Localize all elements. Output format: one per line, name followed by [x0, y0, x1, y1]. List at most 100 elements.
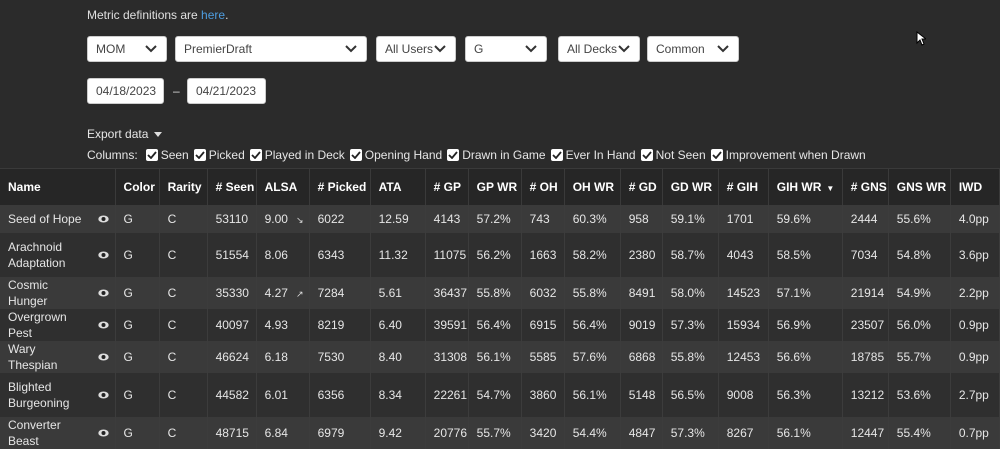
cell-value: 36437 — [433, 286, 468, 300]
eye-icon[interactable] — [97, 353, 109, 361]
card-name[interactable]: Seed of Hope — [8, 211, 81, 227]
format-select-value: PremierDraft — [184, 42, 253, 56]
column-header[interactable]: Name — [0, 168, 116, 205]
rarity-select[interactable]: Common — [647, 36, 739, 62]
cell-value: 55.4% — [896, 426, 931, 440]
column-header[interactable]: IWD — [950, 168, 1000, 205]
eye-icon[interactable] — [97, 391, 109, 399]
eye-icon[interactable] — [97, 215, 109, 223]
column-header[interactable]: # GNS — [842, 168, 889, 205]
column-header[interactable]: GNS WR — [888, 168, 951, 205]
checkbox-checked-icon[interactable] — [550, 149, 563, 161]
format-select[interactable]: PremierDraft — [175, 36, 367, 62]
cell-value: G — [123, 426, 133, 440]
table-cell: 3420 — [521, 417, 565, 449]
table-cell: 58.7% — [662, 233, 719, 277]
table-cell: 55.8% — [468, 277, 522, 309]
chevron-down-icon — [618, 45, 630, 53]
column-header[interactable]: # GP — [425, 168, 469, 205]
table-cell: 39591 — [425, 309, 469, 341]
table-row[interactable]: Wary Thespian G C 46624 6.18 7530 8.40 31308 56.… — [0, 341, 1000, 373]
end-date-input[interactable]: 04/21/2023 — [187, 78, 266, 104]
table-cell: 8.06 — [256, 233, 310, 277]
table-row[interactable]: Overgrown Pest G C 40097 4.93 8219 6.40 39591 56… — [0, 309, 1000, 341]
column-header[interactable]: # Seen — [207, 168, 257, 205]
column-header[interactable]: ALSA — [256, 168, 310, 205]
checkbox-checked-icon[interactable] — [249, 149, 262, 161]
cell-value: 57.3% — [670, 318, 705, 332]
cell-value: 2.2pp — [958, 286, 989, 300]
cell-value: C — [167, 426, 177, 440]
column-toggle[interactable]: Seen — [145, 148, 189, 162]
column-header[interactable]: ATA — [370, 168, 426, 205]
column-toggle[interactable]: Drawn in Game — [447, 148, 546, 162]
checkbox-checked-icon[interactable] — [349, 149, 362, 161]
checkbox-checked-icon[interactable] — [145, 149, 158, 161]
card-name[interactable]: Arachnoid Adaptation — [8, 239, 88, 271]
metric-definitions-link[interactable]: here — [201, 8, 225, 22]
decks-select[interactable]: All Decks — [558, 36, 640, 62]
column-toggle-label: Ever In Hand — [565, 148, 636, 162]
table-cell: 36437 — [425, 277, 469, 309]
column-toggle[interactable]: Improvement when Drawn — [710, 148, 866, 162]
column-header[interactable]: # GIH — [718, 168, 769, 205]
checkbox-checked-icon[interactable] — [447, 149, 460, 161]
column-toggle[interactable]: Picked — [193, 148, 245, 162]
chevron-down-icon — [434, 45, 446, 53]
column-header[interactable]: GD WR — [662, 168, 719, 205]
eye-icon[interactable] — [97, 251, 109, 259]
column-header[interactable]: GP WR — [468, 168, 522, 205]
cell-value: 58.0% — [670, 286, 705, 300]
column-header-label: OH WR — [572, 180, 615, 194]
column-header[interactable]: OH WR — [564, 168, 621, 205]
column-header-label: # OH — [529, 180, 558, 194]
cell-value: 7034 — [850, 248, 878, 262]
column-toggle[interactable]: Not Seen — [640, 148, 706, 162]
card-name[interactable]: Overgrown Pest — [8, 309, 88, 341]
color-select[interactable]: G — [465, 36, 547, 62]
cell-value: 3.6pp — [958, 248, 989, 262]
card-name[interactable]: Blighted Burgeoning — [8, 379, 88, 411]
column-header[interactable]: # OH — [521, 168, 565, 205]
checkbox-checked-icon[interactable] — [640, 149, 653, 161]
table-cell: 743 — [521, 205, 565, 233]
column-toggle[interactable]: Played in Deck — [249, 148, 345, 162]
cell-value: 9008 — [726, 388, 754, 402]
table-row[interactable]: Seed of Hope G C 53110 9.00 ↘ 6022 12.59 4143 57.… — [0, 205, 1000, 233]
table-cell: 8.34 — [370, 373, 426, 417]
table-cell: 7034 — [842, 233, 889, 277]
checkbox-checked-icon[interactable] — [193, 149, 206, 161]
table-cell: 5.61 — [370, 277, 426, 309]
card-name[interactable]: Converter Beast — [8, 417, 88, 449]
card-name[interactable]: Wary Thespian — [8, 341, 88, 373]
checkbox-checked-icon[interactable] — [710, 149, 723, 161]
table-cell: 6.18 — [256, 341, 310, 373]
eye-icon[interactable] — [97, 289, 109, 297]
cell-value: 743 — [529, 212, 550, 226]
export-data-button[interactable]: Export data — [87, 127, 163, 141]
column-header[interactable]: GIH WR ▼ — [768, 168, 843, 205]
start-date-input[interactable]: 04/18/2023 — [87, 78, 164, 104]
cell-value: C — [167, 248, 177, 262]
column-toggle-label: Seen — [160, 148, 189, 162]
card-name-cell: Cosmic Hunger — [0, 277, 116, 309]
cell-value: 9.42 — [378, 426, 402, 440]
card-name[interactable]: Cosmic Hunger — [8, 277, 88, 309]
table-row[interactable]: Converter Beast G C 48715 6.84 6979 9.42 20776 5… — [0, 417, 1000, 449]
table-cell: 59.6% — [768, 205, 843, 233]
set-select[interactable]: MOM — [87, 36, 167, 62]
column-header[interactable]: Color — [115, 168, 160, 205]
table-cell: 58.2% — [564, 233, 621, 277]
column-header[interactable]: # GD — [620, 168, 663, 205]
column-header[interactable]: Rarity — [159, 168, 208, 205]
table-cell: 60.3% — [564, 205, 621, 233]
table-row[interactable]: Cosmic Hunger G C 35330 4.27 ↗ 7284 5.61 36437 55… — [0, 277, 1000, 309]
users-select[interactable]: All Users — [376, 36, 456, 62]
eye-icon[interactable] — [97, 321, 109, 329]
table-row[interactable]: Arachnoid Adaptation G C 51554 8.06 6343 11.32… — [0, 233, 1000, 277]
column-toggle[interactable]: Opening Hand — [349, 148, 442, 162]
eye-icon[interactable] — [97, 429, 109, 437]
column-toggle[interactable]: Ever In Hand — [550, 148, 636, 162]
table-row[interactable]: Blighted Burgeoning G C 44582 6.01 6356 8.34 22… — [0, 373, 1000, 417]
column-header[interactable]: # Picked — [309, 168, 371, 205]
